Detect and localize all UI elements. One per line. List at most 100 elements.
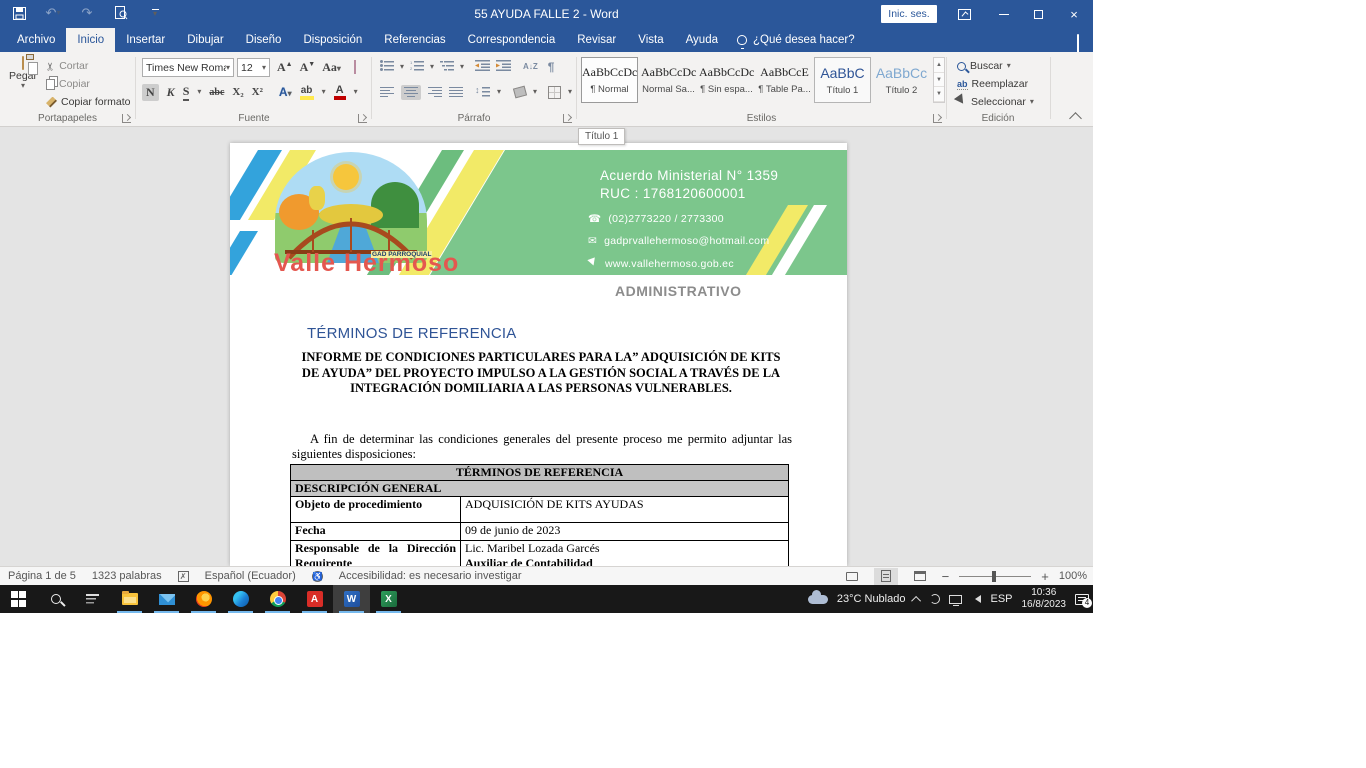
tab-referencias[interactable]: Referencias [373, 28, 456, 52]
font-color-button[interactable]: A [334, 84, 346, 100]
taskbar-chrome[interactable] [259, 585, 296, 613]
highlight-chevron-icon[interactable]: ▾ [322, 88, 326, 96]
taskbar-search-button[interactable] [37, 585, 74, 613]
taskbar-file-explorer[interactable] [111, 585, 148, 613]
numbering-button[interactable]: 12 [410, 60, 424, 74]
gallery-more-icon[interactable]: ▼ [934, 87, 944, 102]
gallery-up-icon[interactable]: ▲ [934, 58, 944, 73]
redo-icon[interactable]: ↷ [78, 4, 96, 22]
volume-icon[interactable] [971, 595, 981, 603]
font-dialog-launcher[interactable] [358, 114, 367, 123]
styles-dialog-launcher[interactable] [933, 114, 942, 123]
copy-button[interactable]: Copiar [46, 76, 90, 92]
multilevel-list-button[interactable] [440, 60, 454, 74]
language-indicator[interactable]: Español (Ecuador) [205, 570, 296, 582]
styles-gallery-scrollbar[interactable]: ▲ ▼ ▼ [933, 57, 945, 103]
taskbar-acrobat[interactable]: A [296, 585, 333, 613]
font-name-combo[interactable]: Times New Roma▾ [142, 58, 234, 77]
word-count[interactable]: 1323 palabras [92, 570, 162, 582]
sign-in-button[interactable]: Inic. ses. [881, 5, 937, 23]
share-comment-button[interactable] [1077, 35, 1079, 53]
clipboard-dialog-launcher[interactable] [122, 114, 131, 123]
paste-button[interactable]: Pegar ▾ [6, 57, 40, 90]
align-center-button[interactable] [401, 85, 421, 100]
hidden-icons-chevron[interactable] [912, 595, 922, 605]
multilevel-chevron-icon[interactable]: ▾ [460, 63, 464, 71]
select-button[interactable]: Seleccionar ▾ [957, 94, 1034, 110]
read-mode-button[interactable] [840, 568, 864, 585]
find-button[interactable]: Buscar ▾ [957, 58, 1011, 74]
shading-chevron-icon[interactable]: ▾ [533, 88, 537, 96]
paragraph-dialog-launcher[interactable] [563, 114, 572, 123]
decrease-indent-button[interactable] [475, 60, 490, 74]
tab-disposicion[interactable]: Disposición [292, 28, 373, 52]
line-spacing-button[interactable] [476, 86, 490, 98]
text-effects-button[interactable]: A▾ [279, 85, 292, 99]
grow-font-button[interactable]: A▲ [277, 60, 293, 75]
restore-button[interactable] [1021, 0, 1055, 28]
zoom-level[interactable]: 100% [1059, 570, 1087, 582]
style-sin-espaciado[interactable]: AaBbCcDc ¶ Sin espa... [698, 57, 755, 103]
clear-formatting-button[interactable] [354, 61, 356, 73]
taskbar-edge[interactable] [222, 585, 259, 613]
sort-button[interactable]: A↓Z [523, 63, 538, 71]
minimize-button[interactable] [987, 0, 1021, 28]
show-marks-button[interactable]: ¶ [548, 60, 555, 74]
start-button[interactable] [0, 585, 37, 613]
taskbar-mail[interactable] [148, 585, 185, 613]
network-icon[interactable] [949, 595, 962, 604]
document-page[interactable]: Acuerdo Ministerial N° 1359 RUC : 176812… [230, 143, 847, 566]
task-view-button[interactable] [74, 585, 111, 613]
keyboard-language[interactable]: ESP [990, 593, 1012, 605]
bullets-chevron-icon[interactable]: ▾ [400, 63, 404, 71]
underline-button[interactable]: S [183, 84, 190, 101]
borders-chevron-icon[interactable]: ▾ [568, 88, 572, 96]
zoom-in-icon[interactable]: + [1041, 569, 1049, 584]
font-size-combo[interactable]: 12▾ [237, 58, 270, 77]
clock[interactable]: 10:36 16/8/2023 [1022, 587, 1067, 611]
shading-button[interactable] [513, 86, 527, 99]
strikethrough-button[interactable]: abc [209, 87, 224, 98]
style-normal-sa[interactable]: AaBbCcDc Normal Sa... [640, 57, 697, 103]
tab-diseno[interactable]: Diseño [235, 28, 293, 52]
taskbar-word[interactable]: W [333, 585, 370, 613]
zoom-out-icon[interactable]: − [942, 569, 950, 584]
format-painter-button[interactable]: Copiar formato [46, 94, 130, 110]
numbering-chevron-icon[interactable]: ▾ [430, 63, 434, 71]
style-normal[interactable]: AaBbCcDc ¶ Normal [581, 57, 638, 103]
font-color-chevron-icon[interactable]: ▾ [354, 88, 358, 96]
collapse-ribbon-icon[interactable] [1069, 112, 1082, 125]
subscript-button[interactable]: X₂ [232, 86, 243, 98]
ribbon-display-options-button[interactable] [947, 0, 981, 28]
tab-revisar[interactable]: Revisar [566, 28, 627, 52]
bullets-button[interactable] [380, 60, 394, 74]
close-button[interactable]: × [1057, 0, 1091, 28]
print-preview-icon[interactable] [112, 4, 130, 22]
bold-button[interactable]: N [142, 84, 159, 101]
style-table-paragraph[interactable]: AaBbCcE ¶ Table Pa... [756, 57, 813, 103]
zoom-slider-handle[interactable] [992, 571, 996, 582]
tab-inicio[interactable]: Inicio [66, 28, 115, 52]
highlight-button[interactable]: ab [300, 85, 314, 100]
shrink-font-button[interactable]: A▼ [300, 60, 316, 75]
line-spacing-chevron-icon[interactable]: ▾ [497, 88, 501, 96]
tab-vista[interactable]: Vista [627, 28, 674, 52]
taskbar-firefox[interactable] [185, 585, 222, 613]
cut-button[interactable]: ✂ Cortar [46, 58, 88, 74]
onedrive-icon[interactable] [930, 594, 940, 604]
replace-button[interactable]: ab Reemplazar [957, 76, 1028, 92]
zoom-slider[interactable] [959, 576, 1031, 577]
gallery-down-icon[interactable]: ▼ [934, 73, 944, 88]
justify-button[interactable] [449, 87, 463, 98]
undo-icon[interactable]: ↶▾ [44, 4, 62, 22]
tab-archivo[interactable]: Archivo [6, 28, 66, 52]
tab-correspondencia[interactable]: Correspondencia [457, 28, 567, 52]
style-titulo-2[interactable]: AaBbCc Título 2 [873, 57, 930, 103]
underline-chevron-icon[interactable]: ▾ [197, 88, 201, 96]
notification-icon[interactable]: 4 [1075, 594, 1089, 605]
weather-cloud-icon[interactable] [808, 595, 828, 604]
increase-indent-button[interactable] [496, 60, 511, 74]
tab-dibujar[interactable]: Dibujar [176, 28, 234, 52]
superscript-button[interactable]: X² [252, 86, 263, 98]
accessibility-status[interactable]: Accesibilidad: es necesario investigar [339, 570, 522, 582]
